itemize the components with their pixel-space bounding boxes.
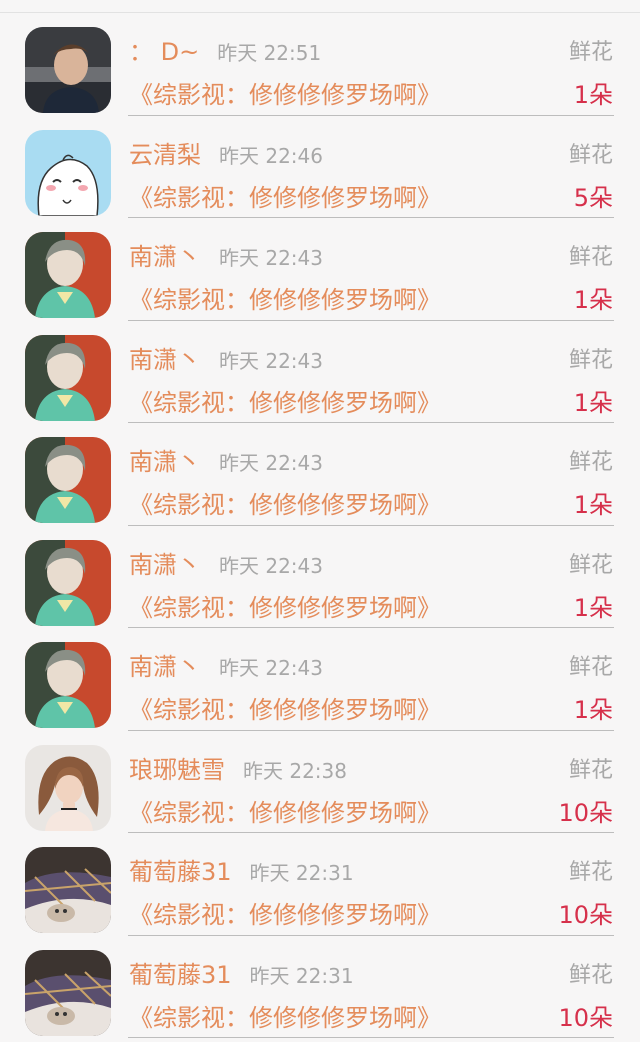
user-name[interactable]: 南潇丶: [129, 647, 201, 682]
book-title-link[interactable]: 《综影视：修修修修罗场啊》: [129, 588, 441, 623]
flower-count: 1朵: [573, 491, 613, 519]
book-title-link[interactable]: 《综影视：修修修修罗场啊》: [129, 383, 441, 418]
cat-blanket-avatar[interactable]: [25, 847, 111, 933]
flower-count: 1朵: [573, 81, 613, 109]
top-divider: [0, 0, 640, 13]
flower-count: 1朵: [573, 593, 613, 622]
flower-label: 鲜花: [568, 245, 613, 270]
user-name[interactable]: 南潇丶: [129, 340, 201, 375]
list-item[interactable]: ： D~ 昨天 22:51 鲜花 《综影视：修修修修罗场啊》 1朵: [0, 13, 640, 116]
flower-label: 鲜花: [568, 757, 613, 783]
flower-label: 鲜花: [568, 860, 613, 885]
flower-label: 鲜花: [568, 962, 613, 988]
book-title-link[interactable]: 《综影视：修修修修罗场啊》: [129, 178, 441, 213]
timestamp: 昨天 22:31: [249, 963, 354, 988]
flower-label: 鲜花: [568, 655, 613, 680]
flower-count: 5朵: [573, 183, 613, 212]
cartoon-blob-avatar[interactable]: [25, 129, 111, 216]
timestamp: 昨天 22:51: [217, 41, 322, 65]
doll-avatar[interactable]: [25, 539, 111, 626]
flower-label: 鲜花: [568, 552, 613, 578]
flower-count: 1朵: [573, 286, 613, 314]
timestamp: 昨天 22:38: [243, 758, 347, 783]
list-item[interactable]: 南潇丶 昨天 22:43 鲜花 《综影视：修修修修罗场啊》 1朵: [0, 423, 640, 526]
user-name[interactable]: 南潇丶: [129, 237, 201, 272]
cat-blanket-avatar[interactable]: [25, 949, 111, 1036]
list-item[interactable]: 南潇丶 昨天 22:43 鲜花 《综影视：修修修修罗场啊》 1朵: [0, 628, 640, 731]
list-item[interactable]: 南潇丶 昨天 22:43 鲜花 《综影视：修修修修罗场啊》 1朵: [0, 526, 640, 628]
book-title-link[interactable]: 《综影视：修修修修罗场啊》: [129, 485, 441, 520]
book-title-link[interactable]: 《综影视：修修修修罗场啊》: [129, 690, 441, 725]
flower-count: 10朵: [558, 798, 613, 827]
user-name[interactable]: 葡萄藤31: [129, 852, 232, 887]
woman-portrait-avatar[interactable]: [25, 744, 111, 831]
list-item[interactable]: 琅琊魅雪 昨天 22:38 鲜花 《综影视：修修修修罗场啊》 10朵: [0, 731, 640, 833]
flower-count: 10朵: [558, 1003, 613, 1032]
doll-avatar[interactable]: [25, 437, 111, 523]
flower-gift-list: ： D~ 昨天 22:51 鲜花 《综影视：修修修修罗场啊》 1朵 云清梨 昨天…: [0, 13, 640, 1038]
list-item[interactable]: 葡萄藤31 昨天 22:31 鲜花 《综影视：修修修修罗场啊》 10朵: [0, 833, 640, 936]
user-name[interactable]: 云清梨: [129, 135, 201, 170]
flower-count: 10朵: [558, 901, 613, 929]
timestamp: 昨天 22:43: [219, 348, 323, 373]
flower-label: 鲜花: [568, 347, 613, 373]
book-title-link[interactable]: 《综影视：修修修修罗场啊》: [129, 75, 441, 110]
timestamp: 昨天 22:31: [249, 861, 354, 885]
timestamp: 昨天 22:43: [219, 553, 323, 578]
book-title-link[interactable]: 《综影视：修修修修罗场啊》: [129, 280, 441, 315]
timestamp: 昨天 22:43: [219, 451, 323, 475]
doll-avatar[interactable]: [25, 334, 111, 421]
list-item[interactable]: 南潇丶 昨天 22:43 鲜花 《综影视：修修修修罗场啊》 1朵: [0, 321, 640, 423]
user-name[interactable]: 琅琊魅雪: [129, 750, 225, 785]
man-selfie-avatar[interactable]: [25, 27, 111, 113]
flower-count: 1朵: [573, 696, 613, 724]
user-name[interactable]: 葡萄藤31: [129, 955, 232, 990]
book-title-link[interactable]: 《综影视：修修修修罗场啊》: [129, 895, 441, 930]
row-divider: [128, 1037, 614, 1038]
doll-avatar[interactable]: [25, 642, 111, 728]
list-item[interactable]: 葡萄藤31 昨天 22:31 鲜花 《综影视：修修修修罗场啊》 10朵: [0, 936, 640, 1038]
list-item[interactable]: 南潇丶 昨天 22:43 鲜花 《综影视：修修修修罗场啊》 1朵: [0, 218, 640, 321]
timestamp: 昨天 22:43: [219, 656, 323, 680]
flower-label: 鲜花: [568, 450, 613, 475]
timestamp: 昨天 22:43: [219, 246, 323, 270]
flower-label: 鲜花: [568, 142, 613, 168]
user-name[interactable]: 南潇丶: [129, 545, 201, 580]
doll-avatar[interactable]: [25, 232, 111, 318]
book-title-link[interactable]: 《综影视：修修修修罗场啊》: [129, 793, 441, 828]
book-title-link[interactable]: 《综影视：修修修修罗场啊》: [129, 998, 441, 1033]
timestamp: 昨天 22:46: [219, 143, 323, 168]
user-name[interactable]: 南潇丶: [129, 442, 201, 477]
list-item[interactable]: 云清梨 昨天 22:46 鲜花 《综影视：修修修修罗场啊》 5朵: [0, 116, 640, 218]
flower-count: 1朵: [573, 388, 613, 417]
user-name[interactable]: ： D~: [129, 32, 199, 67]
flower-label: 鲜花: [568, 40, 613, 65]
